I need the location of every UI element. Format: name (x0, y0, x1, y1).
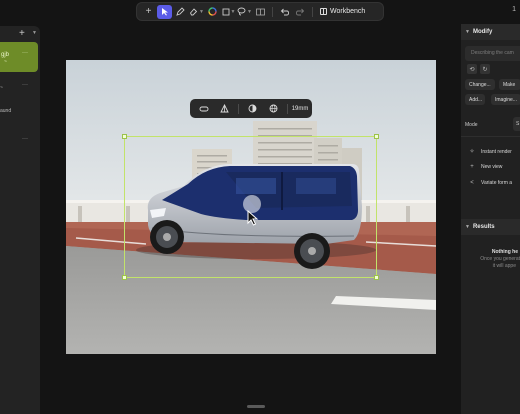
chevron-down-icon: ▼ (465, 29, 470, 35)
link-icon (199, 106, 208, 111)
add-button[interactable]: + (141, 5, 156, 19)
results-section-header[interactable]: ▼ Results (461, 219, 520, 235)
cursor-arrow-icon (161, 8, 168, 16)
toolbar-divider (272, 6, 273, 17)
shape-tool-button[interactable]: ▼ (221, 5, 236, 19)
half-circle-icon (248, 104, 257, 113)
pen-tool-button[interactable] (173, 5, 188, 19)
bottom-drag-handle[interactable] (247, 405, 265, 408)
action-label: Instant render (481, 148, 512, 155)
mode-select[interactable]: S (513, 117, 520, 131)
resize-handle-top-right[interactable] (374, 134, 379, 139)
imagine-button[interactable]: Imagine... (491, 94, 520, 105)
layer-item[interactable]: aund (0, 108, 11, 114)
mouse-cursor-icon (247, 210, 259, 226)
instant-render-action[interactable]: ✧ Instant render (469, 148, 512, 156)
chevron-down-icon[interactable]: ▼ (32, 30, 37, 36)
workbench-button[interactable]: Workbench (317, 8, 368, 15)
right-properties-panel: ▼ Modify Describing the cam ⟲ ↻ Change..… (461, 24, 520, 414)
layer-item[interactable]: ~ (0, 85, 3, 91)
results-empty-text: Once you generat (480, 256, 520, 262)
chevron-down-icon: ▼ (230, 8, 236, 15)
eraser-icon (189, 8, 198, 16)
refresh-icon[interactable]: ↻ (480, 64, 490, 74)
toolbar-divider (238, 103, 240, 114)
color-picker-button[interactable] (205, 5, 220, 19)
square-icon (222, 8, 229, 15)
modify-title: Modify (472, 29, 493, 35)
pen-icon (176, 7, 185, 16)
environment-button[interactable] (264, 102, 283, 115)
toolbar-divider (312, 6, 313, 17)
toolbar-divider (287, 103, 289, 114)
eraser-tool-button[interactable]: ▼ (189, 5, 204, 19)
shuffle-icon[interactable]: ⟲ (467, 64, 477, 74)
layer-item-selected[interactable]: gjb ~ ··· (0, 42, 38, 72)
undo-icon (280, 8, 289, 15)
chevron-down-icon: ▼ (247, 8, 252, 15)
resize-handle-bottom-left[interactable] (122, 275, 127, 280)
description-input[interactable]: Describing the cam (465, 46, 520, 61)
lasso-tool-button[interactable]: ▼ (237, 5, 252, 19)
results-title: Results (472, 224, 495, 230)
make-button[interactable]: Make (499, 79, 520, 90)
more-options-icon[interactable]: ··· (22, 136, 28, 142)
image-link-button[interactable] (194, 102, 213, 115)
add-button[interactable]: Add... (465, 94, 485, 105)
modify-section-header[interactable]: ▼ Modify (461, 24, 520, 40)
sparkle-icon: ✧ (469, 149, 475, 155)
resize-handle-top-left[interactable] (122, 134, 127, 139)
color-wheel-icon (208, 7, 217, 16)
triangle-ruler-icon (220, 104, 229, 113)
lighting-button[interactable] (243, 102, 262, 115)
action-label: New view (481, 164, 503, 170)
perspective-button[interactable] (215, 102, 234, 115)
more-options-icon[interactable]: ··· (22, 82, 28, 88)
top-right-label: 1 (512, 6, 516, 13)
share-icon: < (470, 180, 474, 186)
main-toolbar: + ▼ ▼ ▼ Workbench (136, 2, 384, 21)
resize-handle-bottom-right[interactable] (374, 275, 379, 280)
icon-row: ⟲ ↻ (467, 64, 490, 74)
selection-box[interactable] (122, 134, 379, 280)
more-options-icon[interactable]: ··· (22, 50, 28, 56)
layer-item-sub: ~ (4, 59, 7, 65)
variate-form-action[interactable]: < Variate form a (469, 180, 512, 186)
image-toolbar: 19mm (190, 99, 312, 118)
lasso-icon (237, 7, 246, 16)
action-label: Variate form a (481, 180, 513, 186)
divider (461, 136, 520, 137)
undo-button[interactable] (277, 5, 292, 19)
redo-button[interactable] (293, 5, 308, 19)
focal-length-value[interactable]: 19mm (292, 102, 309, 115)
select-tool-button[interactable] (157, 4, 172, 19)
workbench-icon (320, 8, 327, 15)
chevron-down-icon: ▼ (199, 8, 204, 15)
change-button[interactable]: Change... (465, 79, 495, 90)
plus-icon: + (470, 164, 474, 170)
layer-item-name: gjb (1, 52, 10, 58)
results-empty-text-2: it will appe (492, 263, 516, 269)
left-layers-panel: + ▼ gjb ~ ··· ··· ~ aund ··· (0, 26, 40, 414)
results-empty-title: Nothing he (491, 249, 518, 255)
globe-icon (269, 104, 278, 113)
columns-icon (256, 8, 265, 15)
new-view-action[interactable]: + New view (469, 164, 502, 170)
add-layer-button[interactable]: + (19, 28, 25, 39)
workbench-label: Workbench (330, 8, 366, 15)
layout-tool-button[interactable] (253, 5, 268, 19)
chevron-down-icon: ▼ (465, 224, 470, 230)
redo-icon (296, 8, 305, 15)
mode-label: Mode (465, 122, 478, 128)
